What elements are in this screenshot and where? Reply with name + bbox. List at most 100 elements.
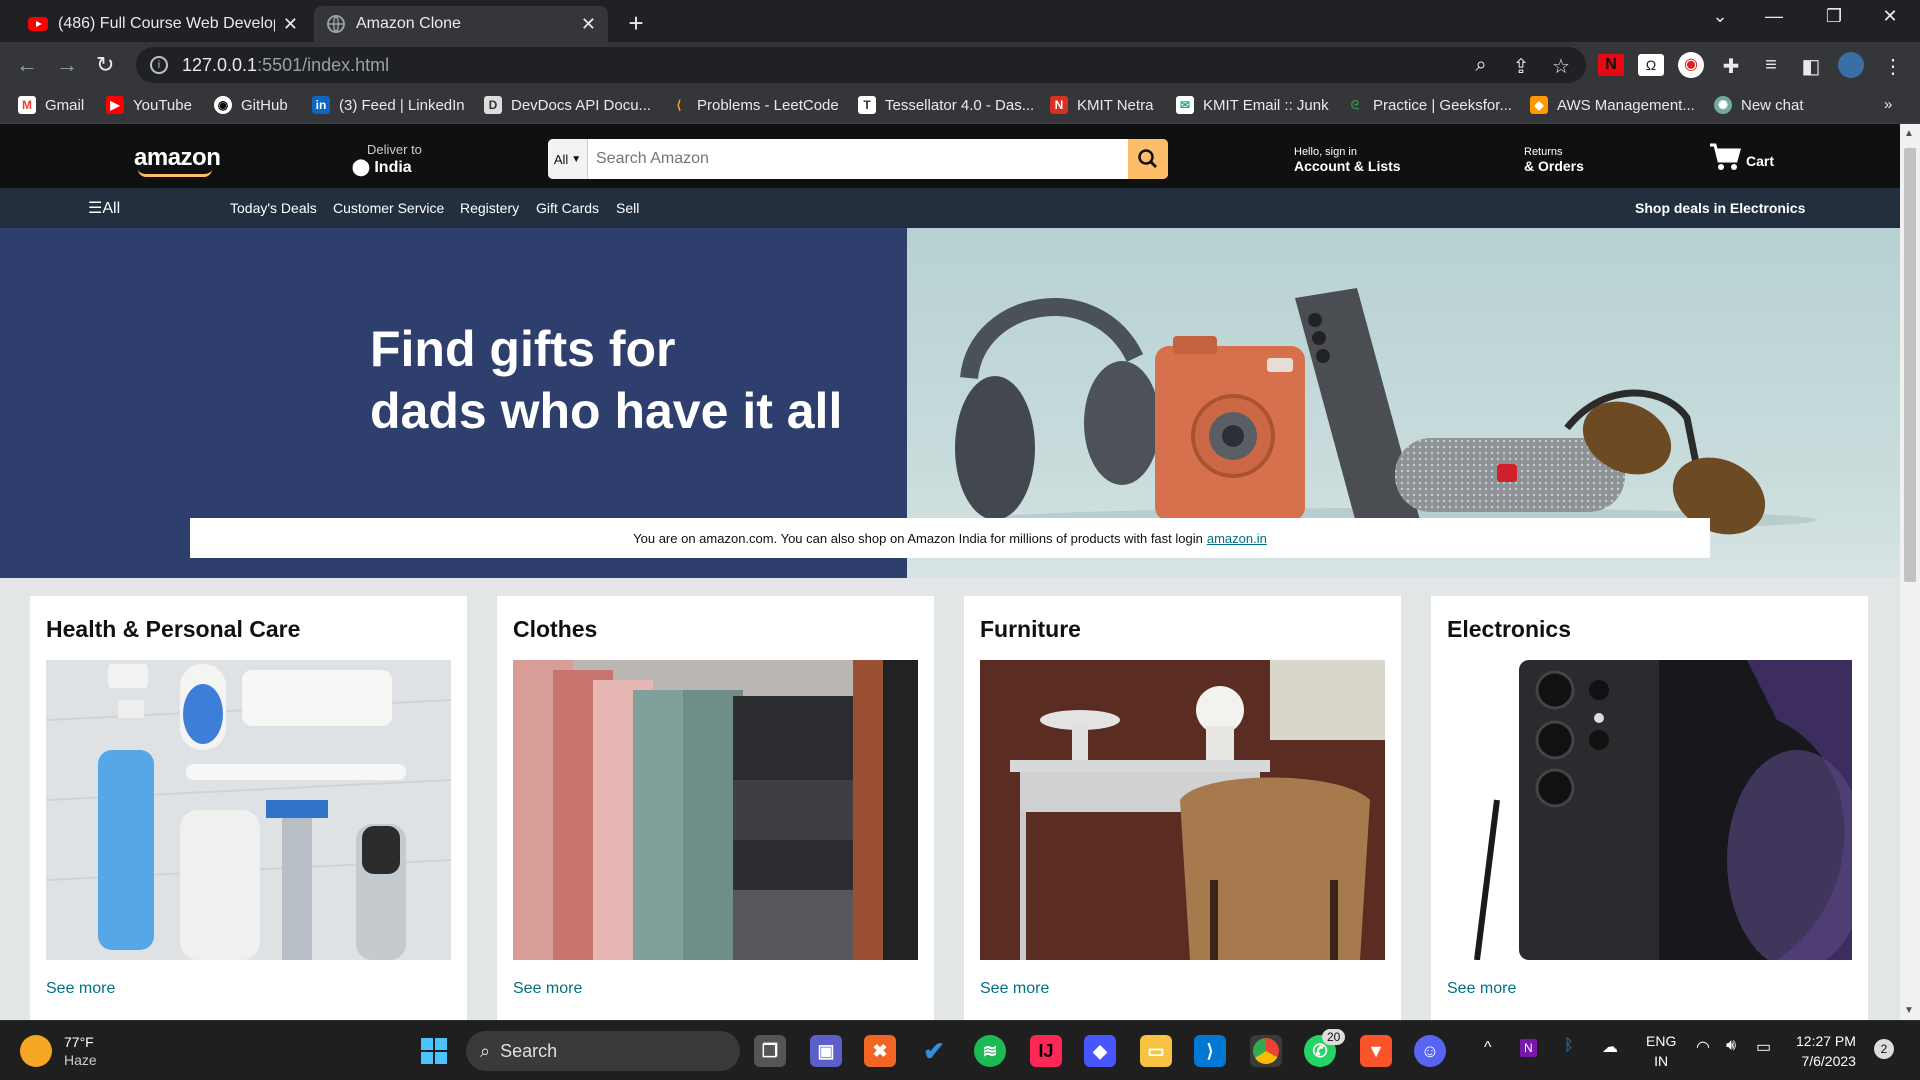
reload-button[interactable]: ↻ xyxy=(96,52,114,78)
bookmark-star-icon[interactable]: ☆ xyxy=(1548,54,1574,79)
nav-customer-service[interactable]: Customer Service xyxy=(333,200,444,216)
bookmark-linkedin[interactable]: in (3) Feed | LinkedIn xyxy=(312,96,465,114)
site-info-icon[interactable]: i xyxy=(150,56,168,74)
bookmark-label: KMIT Netra xyxy=(1077,96,1154,114)
bookmark-gmail[interactable]: M Gmail xyxy=(18,96,84,114)
bookmark-label: New chat xyxy=(1741,96,1804,114)
category-card-clothes: Clothes See more xyxy=(497,596,934,1020)
taskbar-search[interactable]: ⌕ Search xyxy=(466,1031,740,1071)
search-button[interactable] xyxy=(1128,139,1168,179)
menu-kebab-icon[interactable]: ⋮ xyxy=(1880,54,1906,79)
nav-registery[interactable]: Registery xyxy=(460,200,519,216)
back-button[interactable]: ← xyxy=(16,52,38,78)
see-more-link[interactable]: See more xyxy=(1447,980,1516,998)
notification-badge[interactable]: 2 xyxy=(1874,1039,1894,1059)
furniture-image[interactable] xyxy=(980,660,1385,960)
close-window-button[interactable]: ✕ xyxy=(1870,6,1910,27)
bookmark-youtube[interactable]: ▶ YouTube xyxy=(106,96,192,114)
restore-button[interactable]: ❐ xyxy=(1814,6,1854,27)
location-pin-icon: ⬤ xyxy=(352,159,370,176)
nav-gift-cards[interactable]: Gift Cards xyxy=(536,200,599,216)
bookmark-devdocs[interactable]: D DevDocs API Docu... xyxy=(484,96,651,114)
bookmark-geeksforgeeks[interactable]: ᘓ Practice | Geeksfor... xyxy=(1346,96,1512,114)
task-view-icon[interactable]: ❐ xyxy=(754,1035,786,1067)
adblock-extension-icon[interactable]: ◉ xyxy=(1678,52,1704,78)
weather-widget[interactable]: 77°F Haze xyxy=(20,1033,97,1069)
vscode-icon[interactable]: ⟩ xyxy=(1194,1035,1226,1067)
netflix-extension-icon[interactable]: N xyxy=(1598,54,1624,76)
tab-amazon-clone[interactable]: Amazon Clone ✕ xyxy=(314,6,608,42)
side-panel-icon[interactable]: ◧ xyxy=(1798,54,1824,79)
copilot-icon[interactable]: ◆ xyxy=(1084,1035,1116,1067)
battery-icon[interactable]: ▭ xyxy=(1756,1037,1771,1057)
file-explorer-icon[interactable]: ▭ xyxy=(1140,1035,1172,1067)
nav-sell[interactable]: Sell xyxy=(616,200,639,216)
amazon-logo[interactable]: amazon xyxy=(134,144,221,172)
wifi-icon[interactable]: ◠ xyxy=(1696,1037,1710,1057)
bookmark-tessellator[interactable]: T Tessellator 4.0 - Das... xyxy=(858,96,1034,114)
health-products-image[interactable] xyxy=(46,660,451,960)
forward-button[interactable]: → xyxy=(56,52,78,78)
brave-icon[interactable]: ▼ xyxy=(1360,1035,1392,1067)
todo-icon[interactable]: ✔ xyxy=(918,1035,950,1067)
discord-icon[interactable]: ☺ xyxy=(1414,1035,1446,1067)
bookmark-kmit-email[interactable]: ✉ KMIT Email :: Junk xyxy=(1176,96,1329,114)
weather-temp: 77°F xyxy=(64,1034,94,1050)
amazon-in-link[interactable]: amazon.in xyxy=(1207,531,1267,546)
see-more-link[interactable]: See more xyxy=(513,980,582,998)
deliver-to[interactable]: Deliver to ⬤ India xyxy=(352,142,422,177)
see-more-link[interactable]: See more xyxy=(46,980,115,998)
all-menu-button[interactable]: ☰All xyxy=(88,198,120,218)
nav-todays-deals[interactable]: Today's Deals xyxy=(230,200,317,216)
clothes-image[interactable] xyxy=(513,660,918,960)
nav-electronics-promo[interactable]: Shop deals in Electronics xyxy=(1635,200,1805,216)
bookmark-leetcode[interactable]: ⟨ Problems - LeetCode xyxy=(670,96,839,114)
language-indicator[interactable]: ENG IN xyxy=(1646,1031,1676,1071)
tray-overflow-icon[interactable]: ^ xyxy=(1484,1039,1492,1057)
address-bar[interactable]: i 127.0.0.1:5501/index.html xyxy=(136,47,1586,83)
bookmark-aws[interactable]: ◆ AWS Management... xyxy=(1530,96,1695,114)
extensions-puzzle-icon[interactable]: ✚ xyxy=(1718,54,1744,79)
electronics-image[interactable] xyxy=(1447,660,1852,960)
zoom-icon[interactable]: ⌕ xyxy=(1468,54,1494,77)
search-input[interactable] xyxy=(588,139,1128,179)
bluetooth-icon[interactable]: ᛒ xyxy=(1564,1037,1574,1055)
scrollbar-thumb[interactable] xyxy=(1904,148,1916,582)
windows-start-icon[interactable] xyxy=(418,1035,450,1067)
onenote-tray-icon[interactable]: N xyxy=(1520,1039,1537,1057)
tab-youtube-course[interactable]: (486) Full Course Web Developm ✕ xyxy=(16,6,310,42)
spotify-icon[interactable]: ≋ xyxy=(974,1035,1006,1067)
bookmark-github[interactable]: ◉ GitHub xyxy=(214,96,288,114)
page-scrollbar[interactable]: ▲ ▼ xyxy=(1900,124,1920,1020)
more-bookmarks-button[interactable]: » xyxy=(1884,96,1892,113)
account-lists[interactable]: Hello, sign in Account & Lists xyxy=(1294,146,1401,174)
bookmark-kmit-netra[interactable]: N KMIT Netra xyxy=(1050,96,1153,114)
xampp-icon[interactable]: ✖ xyxy=(864,1035,896,1067)
intellij-icon[interactable]: IJ xyxy=(1030,1035,1062,1067)
returns-orders[interactable]: Returns & Orders xyxy=(1524,146,1584,174)
new-tab-button[interactable]: + xyxy=(622,8,650,39)
returns-label: Returns xyxy=(1524,146,1563,158)
minimize-button[interactable]: — xyxy=(1754,6,1794,27)
extension-omega-icon[interactable]: Ω xyxy=(1638,54,1664,76)
cart-button[interactable]: Cart xyxy=(1708,142,1774,172)
tab-search-icon[interactable]: ⌄ xyxy=(1700,6,1740,27)
chrome-icon[interactable] xyxy=(1250,1035,1282,1067)
volume-icon[interactable]: 🔊︎ xyxy=(1726,1037,1736,1055)
see-more-link[interactable]: See more xyxy=(980,980,1049,998)
clock[interactable]: 12:27 PM 7/6/2023 xyxy=(1796,1031,1856,1071)
close-icon[interactable]: ✕ xyxy=(283,14,298,35)
search-category-select[interactable]: All ▼ xyxy=(548,139,588,179)
profile-avatar[interactable] xyxy=(1838,52,1864,78)
teams-chat-icon[interactable]: ▣ xyxy=(810,1035,842,1067)
media-control-icon[interactable]: ≡ xyxy=(1758,54,1784,77)
share-icon[interactable]: ⇪ xyxy=(1508,54,1534,79)
scroll-up-icon[interactable]: ▲ xyxy=(1904,128,1914,139)
onedrive-icon[interactable]: ☁ xyxy=(1602,1037,1618,1057)
bookmark-new-chat[interactable]: ✺ New chat xyxy=(1714,96,1804,114)
scroll-down-icon[interactable]: ▼ xyxy=(1904,1005,1914,1016)
cart-label: Cart xyxy=(1746,153,1775,169)
close-icon[interactable]: ✕ xyxy=(581,14,596,35)
hero-banner[interactable]: Find gifts for dads who have it all You … xyxy=(0,228,1900,578)
bookmark-label: Gmail xyxy=(45,96,85,114)
